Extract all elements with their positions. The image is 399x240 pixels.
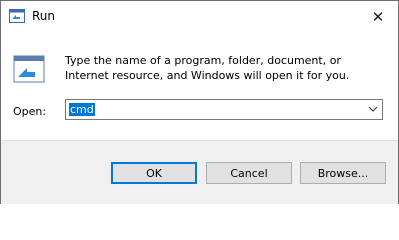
- run-app-icon: [9, 9, 25, 23]
- open-label: Open:: [13, 105, 47, 118]
- open-combobox[interactable]: cmd: [65, 99, 383, 120]
- button-bar: OK Cancel Browse...: [1, 140, 398, 204]
- window-title: Run: [32, 9, 56, 23]
- run-dialog: Run ✕ Type the name of a program, folder…: [0, 0, 399, 204]
- browse-button[interactable]: Browse...: [300, 162, 386, 184]
- ok-button-label: OK: [146, 166, 162, 180]
- ok-button[interactable]: OK: [111, 162, 197, 184]
- browse-button-label: Browse...: [317, 166, 369, 180]
- chevron-down-icon[interactable]: [366, 102, 380, 116]
- close-button[interactable]: ✕: [358, 1, 398, 32]
- open-input[interactable]: cmd: [69, 103, 95, 116]
- instructions-text: Type the name of a program, folder, docu…: [65, 54, 350, 82]
- close-icon: ✕: [371, 7, 385, 26]
- cancel-button-label: Cancel: [230, 166, 268, 180]
- run-icon: [13, 55, 45, 83]
- dialog-content: Type the name of a program, folder, docu…: [1, 32, 398, 140]
- title-bar: Run ✕: [1, 1, 398, 32]
- cancel-button[interactable]: Cancel: [206, 162, 292, 184]
